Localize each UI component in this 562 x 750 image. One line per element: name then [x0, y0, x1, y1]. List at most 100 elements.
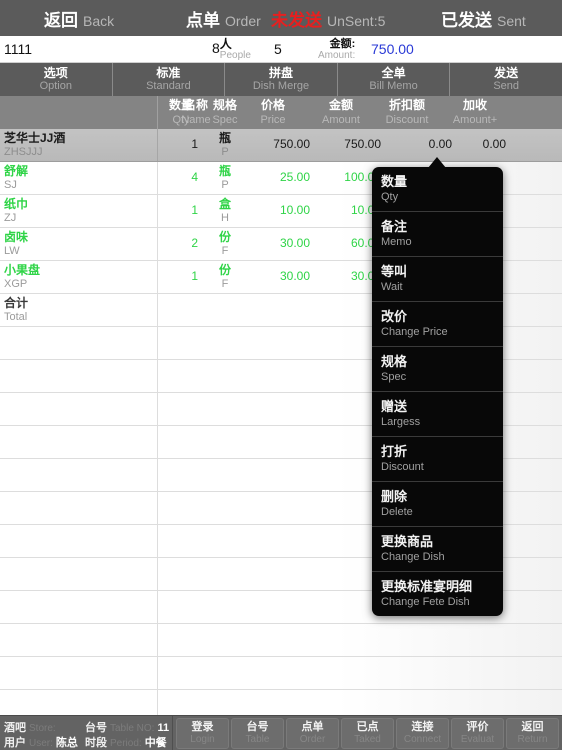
bill-number: 1111: [4, 41, 33, 57]
action-button-option-label-cn: 选项: [43, 66, 68, 80]
context-menu-item[interactable]: 更换商品 Change Dish: [372, 527, 503, 572]
bottom-tab-order[interactable]: 点单 Order: [286, 717, 339, 749]
column-header-extra-cn: 加收: [462, 98, 487, 112]
bottom-tab-taked[interactable]: 已点 Taked: [341, 717, 394, 749]
row-column-divider: [157, 492, 158, 524]
context-menu-item[interactable]: 删除 Delete: [372, 482, 503, 527]
action-button-bill-memo[interactable]: 全单 Bill Memo: [338, 63, 451, 96]
bottom-tab-label-cn: 点单: [301, 720, 324, 733]
row-column-divider: [157, 327, 158, 359]
context-menu-item[interactable]: 等叫 Wait: [372, 257, 503, 302]
item-spec-cell: 盒H: [208, 197, 242, 225]
item-spec-cell: 份F: [208, 230, 242, 258]
item-spec-code: F: [221, 278, 229, 290]
context-menu-item[interactable]: 数量 Qty: [372, 167, 503, 212]
column-header-amount-en: Amount: [322, 114, 360, 126]
row-column-divider: [157, 393, 158, 425]
context-menu-item-cn: 改价: [381, 309, 408, 324]
amount-label-cn: 金额:: [329, 38, 356, 50]
context-menu-item-cn: 等叫: [381, 264, 408, 279]
people-label-en: People: [219, 50, 251, 61]
bottom-tab-label-cn: 返回: [521, 720, 544, 733]
bottom-tab-connect[interactable]: 连接 Connect: [396, 717, 449, 749]
table-label-cn: 台号: [85, 721, 107, 734]
action-button-send[interactable]: 发送 Send: [450, 63, 562, 96]
item-qty-cell: 4: [191, 170, 198, 184]
column-header-spec-en: Spec: [212, 114, 238, 126]
item-name-cn: 卤味: [4, 230, 29, 244]
context-menu-item[interactable]: 更换标准宴明细 Change Fete Dish: [372, 572, 503, 616]
item-price-cell: 10.00: [279, 203, 310, 217]
context-menu-item-en: Largess: [381, 416, 421, 428]
item-context-menu[interactable]: 数量 Qty 备注 Memo 等叫 Wait 改价 Change Price 规格 Spec 赠送 L…: [372, 167, 503, 616]
bottom-tab-evaluat[interactable]: 评价 Evaluat: [451, 717, 504, 749]
row-column-divider: [157, 294, 158, 326]
bottom-tab-table[interactable]: 台号 Table: [231, 717, 284, 749]
bottom-tab-bar: 登录 Login 台号 Table 点单 Order 已点 Taked 连接 Connect 评价 E…: [173, 716, 562, 750]
item-name-cn: 小果盘: [4, 263, 41, 277]
column-header-qty: 数量 Qty: [160, 98, 202, 127]
nav-item-sent[interactable]: 已发送 Sent: [441, 6, 526, 31]
bottom-tab-label-en: Return: [517, 733, 548, 745]
item-name-cell: 小果盘 XGP: [4, 263, 40, 291]
context-menu-item-cn: 赠送: [381, 399, 408, 414]
nav-item-back-label-en: Back: [83, 12, 115, 29]
context-menu-item[interactable]: 改价 Change Price: [372, 302, 503, 347]
column-header-qty-en: Qty: [172, 114, 190, 126]
nav-item-order[interactable]: 点单 Order: [186, 6, 261, 31]
header-column-divider: [157, 96, 158, 129]
row-column-divider: [157, 657, 158, 689]
nav-item-back[interactable]: 返回 Back: [44, 6, 114, 31]
item-spec-cell: 瓶P: [208, 164, 242, 192]
action-button-standard[interactable]: 标准 Standard: [113, 63, 226, 96]
bottom-tab-login[interactable]: 登录 Login: [176, 717, 229, 749]
row-column-divider: [157, 558, 158, 590]
bottom-tab-label-cn: 登录: [191, 720, 214, 733]
order-empty-row[interactable]: [0, 657, 562, 690]
context-menu-item[interactable]: 打折 Discount: [372, 437, 503, 482]
item-spec-cn: 份: [218, 230, 231, 244]
context-menu-item[interactable]: 备注 Memo: [372, 212, 503, 257]
item-amount-cell: 10.00: [350, 203, 381, 217]
context-menu-item[interactable]: 规格 Spec: [372, 347, 503, 392]
row-column-divider: [157, 591, 158, 623]
nav-item-unsent[interactable]: 未发送 UnSent:5: [271, 6, 385, 31]
amount-value: 750.00: [371, 41, 414, 57]
bottom-tab-label-cn: 台号: [246, 720, 269, 733]
item-spec-cn: 瓶: [218, 131, 231, 145]
item-count-value: 5: [274, 41, 282, 57]
user-value: 陈总: [55, 736, 78, 749]
context-menu-item-cn: 数量: [381, 174, 408, 189]
bottom-tab-label-cn: 已点: [356, 720, 379, 733]
order-empty-row[interactable]: [0, 690, 562, 715]
store-label-cn: 酒吧: [4, 721, 26, 734]
item-name-cell: 纸巾 ZJ: [4, 197, 28, 225]
column-header-qty-cn: 数量: [168, 98, 193, 112]
item-name-code: ZHSJJJ: [4, 146, 43, 158]
table-label-en: Table NO:: [110, 722, 155, 734]
nav-item-order-label-cn: 点单: [186, 10, 220, 30]
item-qty-cell: 1: [191, 203, 198, 217]
top-navigation-bar: 返回 Back 点单 Order 未发送 UnSent:5 已发送 Sent: [0, 0, 562, 36]
item-price-cell: 30.00: [279, 236, 310, 250]
context-menu-item-cn: 删除: [381, 489, 408, 504]
user-label-cn: 用户: [4, 736, 26, 749]
row-column-divider: [157, 624, 158, 656]
context-menu-item[interactable]: 赠送 Largess: [372, 392, 503, 437]
nav-item-sent-label-en: Sent: [497, 12, 526, 29]
order-empty-row[interactable]: [0, 624, 562, 657]
order-table-header: 名称 Name 数量 Qty 规格 Spec 价格 Price 金额 Amoun…: [0, 96, 562, 129]
item-name-cn: 舒解: [4, 164, 29, 178]
action-button-dish-merge[interactable]: 拼盘 Dish Merge: [225, 63, 338, 96]
item-amount-cell: 100.00: [344, 170, 381, 184]
bottom-tab-return[interactable]: 返回 Return: [506, 717, 559, 749]
store-info: 酒吧 Store:: [4, 719, 59, 735]
action-button-bill-memo-label-cn: 全单: [381, 66, 406, 80]
row-column-divider: [157, 426, 158, 458]
column-header-amount-cn: 金额: [328, 98, 353, 112]
order-item-row[interactable]: 芝华士JJ酒 ZHSJJJ 1 瓶 P 750.00 750.00 0.00 0.00: [0, 129, 562, 162]
item-amount-cell: 30.00: [350, 269, 381, 283]
context-menu-item-en: Wait: [381, 281, 403, 293]
action-button-option[interactable]: 选项 Option: [0, 63, 113, 96]
row-column-divider: [157, 195, 158, 227]
